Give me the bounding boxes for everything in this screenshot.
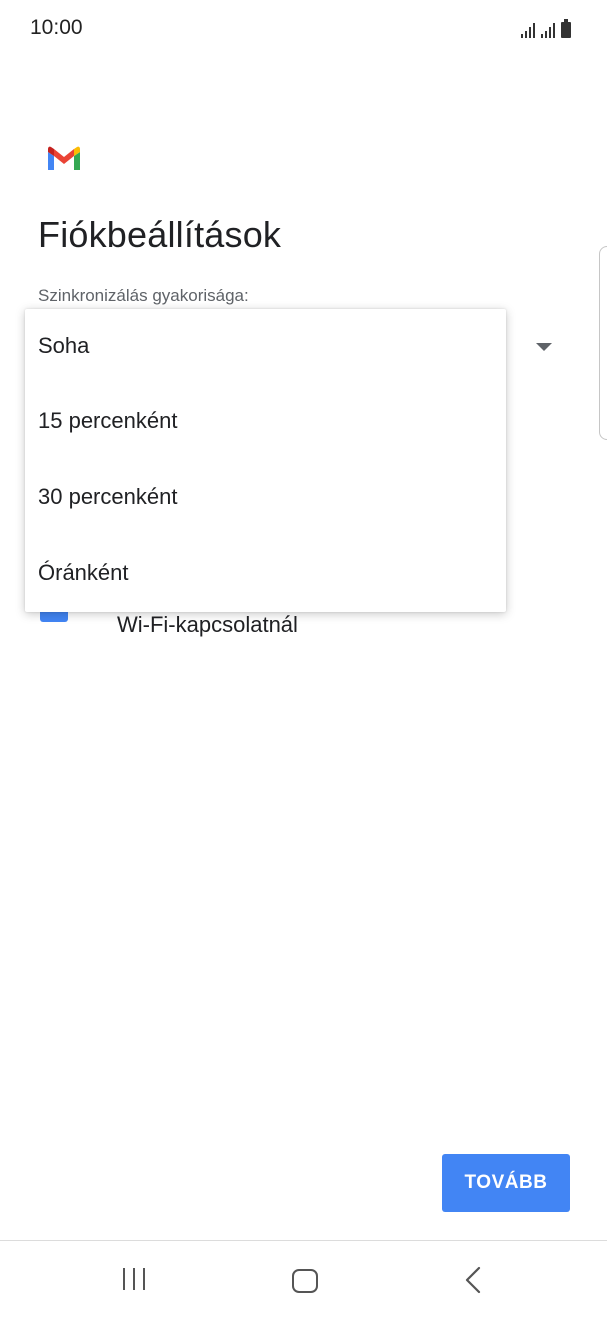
gmail-logo-icon <box>48 146 80 170</box>
option-never[interactable]: Soha <box>38 333 89 359</box>
recents-icon[interactable] <box>115 1265 155 1295</box>
next-button[interactable]: TOVÁBB <box>442 1154 570 1212</box>
scroll-indicator <box>599 246 607 440</box>
back-icon[interactable] <box>455 1265 495 1295</box>
signal-1-icon <box>521 22 535 38</box>
option-15-minutes[interactable]: 15 percenként <box>38 408 177 434</box>
option-30-minutes[interactable]: 30 percenként <box>38 484 177 510</box>
option-hourly[interactable]: Óránként <box>38 560 129 586</box>
signal-2-icon <box>541 22 555 38</box>
home-icon[interactable] <box>284 1265 324 1295</box>
battery-icon <box>561 19 571 38</box>
dropdown-arrow-icon[interactable] <box>536 343 552 351</box>
navigation-bar <box>0 1240 607 1317</box>
status-icons <box>521 19 571 38</box>
sync-frequency-dropdown: Soha 15 percenként 30 percenként Óránkén… <box>25 309 506 612</box>
wifi-only-label: Wi-Fi-kapcsolatnál <box>117 612 298 637</box>
page-title: Fiókbeállítások <box>38 214 282 255</box>
status-time: 10:00 <box>30 16 83 39</box>
sync-frequency-label: Szinkronizálás gyakorisága: <box>38 286 249 305</box>
status-bar: 10:00 <box>0 0 607 56</box>
